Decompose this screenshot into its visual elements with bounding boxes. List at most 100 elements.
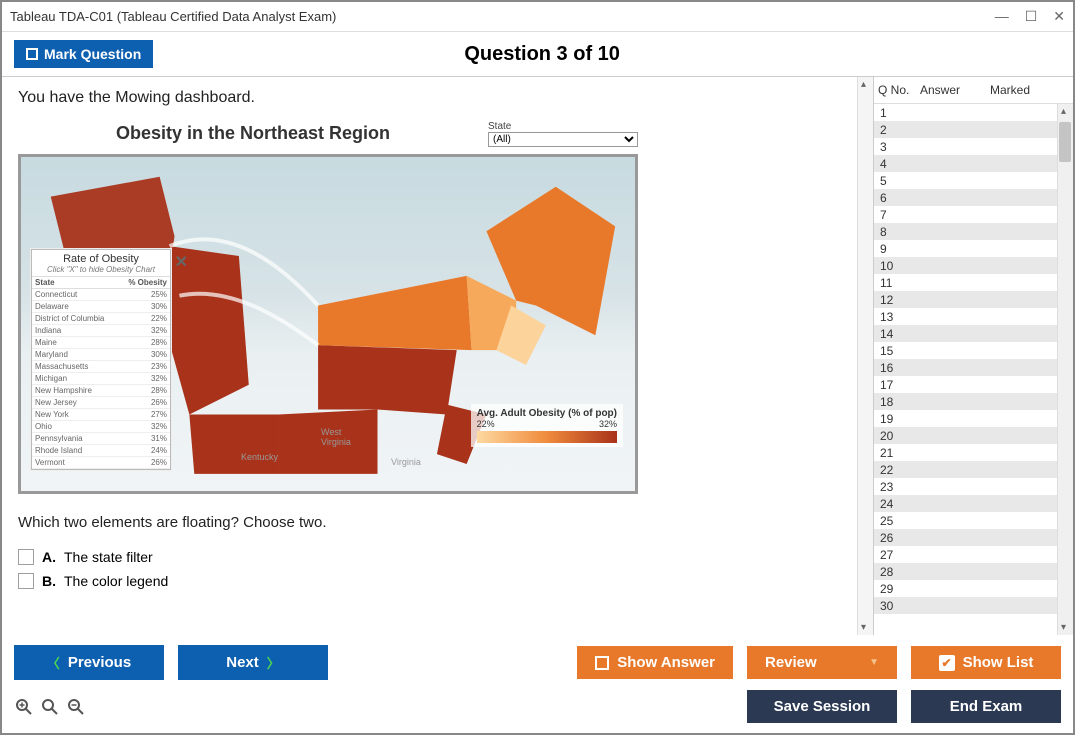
table-close-icon[interactable]: ✕ <box>175 252 188 272</box>
content-scrollbar[interactable] <box>857 77 873 635</box>
table-row: New Jersey26% <box>32 397 170 409</box>
qno: 18 <box>880 395 916 409</box>
scrollbar-thumb[interactable] <box>1059 122 1071 162</box>
qno: 5 <box>880 174 916 188</box>
checkbox-icon[interactable] <box>18 549 34 565</box>
zoom-icon[interactable] <box>40 697 60 717</box>
cell-state: New Hampshire <box>32 385 119 397</box>
question-intro: You have the Mowing dashboard. <box>18 89 857 107</box>
maximize-icon[interactable]: ☐ <box>1025 8 1038 25</box>
sidebar-scrollbar[interactable] <box>1057 104 1073 635</box>
checkbox-icon[interactable] <box>18 573 34 589</box>
answer-option[interactable]: A. The state filter <box>18 545 857 569</box>
cell-state: Connecticut <box>32 289 119 301</box>
window-controls: — ☐ ✕ <box>995 8 1065 25</box>
question-list-row[interactable]: 9 <box>874 240 1073 257</box>
end-exam-label: End Exam <box>950 698 1023 715</box>
zoom-in-icon[interactable] <box>14 697 34 717</box>
state-filter-select[interactable]: (All) <box>488 132 638 147</box>
question-list-row[interactable]: 16 <box>874 359 1073 376</box>
table-subtitle: Click "X" to hide Obesity Chart <box>32 265 170 277</box>
qno: 26 <box>880 531 916 545</box>
question-list-row[interactable]: 28 <box>874 563 1073 580</box>
cell-state: Maine <box>32 337 119 349</box>
chevron-left-icon: 〈 <box>47 653 60 672</box>
question-list-row[interactable]: 23 <box>874 478 1073 495</box>
question-list-row[interactable]: 24 <box>874 495 1073 512</box>
option-text: The color legend <box>64 573 168 589</box>
checkbox-icon <box>595 656 609 670</box>
question-list-row[interactable]: 26 <box>874 529 1073 546</box>
zoom-out-icon[interactable] <box>66 697 86 717</box>
col-answer: Answer <box>920 83 990 97</box>
qno: 29 <box>880 582 916 596</box>
question-list-row[interactable]: 6 <box>874 189 1073 206</box>
question-list-row[interactable]: 18 <box>874 393 1073 410</box>
question-list-row[interactable]: 14 <box>874 325 1073 342</box>
show-list-button[interactable]: ✔ Show List <box>911 646 1061 679</box>
question-list-row[interactable]: 3 <box>874 138 1073 155</box>
cell-pct: 26% <box>119 397 170 409</box>
table-row: District of Columbia22% <box>32 313 170 325</box>
option-text: The state filter <box>64 549 153 565</box>
qno: 16 <box>880 361 916 375</box>
close-icon[interactable]: ✕ <box>1053 8 1065 25</box>
show-answer-button[interactable]: Show Answer <box>577 646 733 679</box>
question-list-row[interactable]: 13 <box>874 308 1073 325</box>
question-list-row[interactable]: 1 <box>874 104 1073 121</box>
question-list-row[interactable]: 20 <box>874 427 1073 444</box>
table-row: Massachusetts23% <box>32 361 170 373</box>
qno: 10 <box>880 259 916 273</box>
review-button[interactable]: Review ▼ <box>747 646 897 679</box>
cell-state: District of Columbia <box>32 313 119 325</box>
question-list-row[interactable]: 25 <box>874 512 1073 529</box>
question-list-row[interactable]: 29 <box>874 580 1073 597</box>
question-list-row[interactable]: 19 <box>874 410 1073 427</box>
show-list-label: Show List <box>963 654 1034 671</box>
table-row: Rhode Island24% <box>32 445 170 457</box>
qno: 9 <box>880 242 916 256</box>
qno: 4 <box>880 157 916 171</box>
question-list-row[interactable]: 11 <box>874 274 1073 291</box>
qno: 19 <box>880 412 916 426</box>
qno: 8 <box>880 225 916 239</box>
cell-pct: 26% <box>119 457 170 469</box>
qno: 3 <box>880 140 916 154</box>
cell-pct: 24% <box>119 445 170 457</box>
question-list-row[interactable]: 7 <box>874 206 1073 223</box>
save-session-button[interactable]: Save Session <box>747 690 897 723</box>
question-list-row[interactable]: 8 <box>874 223 1073 240</box>
obesity-table: ✕ Rate of Obesity Click "X" to hide Obes… <box>31 249 171 470</box>
question-prompt: Which two elements are floating? Choose … <box>18 514 857 531</box>
cell-state: Pennsylvania <box>32 433 119 445</box>
previous-button[interactable]: 〈 Previous <box>14 645 164 680</box>
minimize-icon[interactable]: — <box>995 8 1009 25</box>
window-title: Tableau TDA-C01 (Tableau Certified Data … <box>10 9 995 24</box>
table-row: Delaware30% <box>32 301 170 313</box>
question-list-row[interactable]: 2 <box>874 121 1073 138</box>
question-list-row[interactable]: 15 <box>874 342 1073 359</box>
question-list-row[interactable]: 30 <box>874 597 1073 614</box>
next-button[interactable]: Next 〉 <box>178 645 328 680</box>
answer-option[interactable]: B. The color legend <box>18 569 857 593</box>
table-title: Rate of Obesity <box>32 250 170 265</box>
question-list-row[interactable]: 22 <box>874 461 1073 478</box>
end-exam-button[interactable]: End Exam <box>911 690 1061 723</box>
question-list-row[interactable]: 5 <box>874 172 1073 189</box>
question-list-row[interactable]: 12 <box>874 291 1073 308</box>
question-list-row[interactable]: 4 <box>874 155 1073 172</box>
table-row: Ohio32% <box>32 421 170 433</box>
question-list[interactable]: 1234567891011121314151617181920212223242… <box>874 104 1073 635</box>
state-shape <box>318 276 471 350</box>
option-letter: A. <box>42 549 56 565</box>
table-row: New York27% <box>32 409 170 421</box>
question-list-row[interactable]: 27 <box>874 546 1073 563</box>
question-list-row[interactable]: 10 <box>874 257 1073 274</box>
question-list-row[interactable]: 21 <box>874 444 1073 461</box>
qno: 23 <box>880 480 916 494</box>
table-row: Vermont26% <box>32 457 170 469</box>
color-legend: Avg. Adult Obesity (% of pop) 22% 32% <box>471 404 623 447</box>
cell-pct: 30% <box>119 349 170 361</box>
cell-pct: 28% <box>119 385 170 397</box>
question-list-row[interactable]: 17 <box>874 376 1073 393</box>
